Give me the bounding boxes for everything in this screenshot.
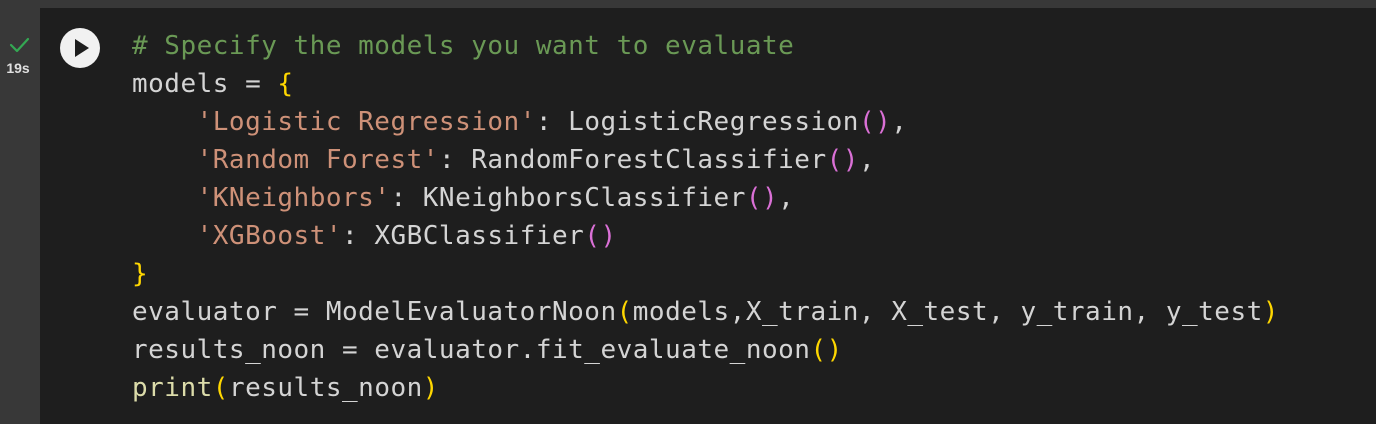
code-line: results_noon = evaluator.fit_evaluate_no… — [132, 331, 1279, 369]
code-text: : RandomForestClassifier — [438, 145, 827, 175]
check-icon — [9, 37, 30, 53]
code-text: , — [778, 183, 795, 213]
code-line: 'Logistic Regression': LogisticRegressio… — [132, 103, 1279, 141]
code-bracket: } — [132, 259, 149, 289]
code-text: : KNeighborsClassifier — [390, 183, 746, 213]
code-bracket: () — [826, 145, 859, 175]
code-editor[interactable]: # Specify the models you want to evaluat… — [132, 27, 1279, 407]
code-bracket: ( — [212, 373, 229, 403]
code-string: 'XGBoost' — [196, 221, 343, 251]
run-cell-button[interactable] — [60, 28, 100, 68]
code-line: print(results_noon) — [132, 369, 1279, 407]
code-text: models,X_train, X_test, y_train, y_test — [632, 297, 1263, 327]
code-bracket: { — [277, 69, 294, 99]
play-icon — [75, 39, 89, 57]
code-line: # Specify the models you want to evaluat… — [132, 27, 1279, 65]
code-bracket: ) — [1262, 297, 1279, 327]
code-comment: # Specify the models you want to evaluat… — [132, 31, 795, 61]
code-string: 'Random Forest' — [196, 145, 439, 175]
notebook-cell-view: 19s # Specify the models you want to eva… — [0, 0, 1376, 424]
code-line: models = { — [132, 65, 1279, 103]
code-text: evaluator = ModelEvaluatorNoon — [132, 297, 617, 327]
code-line: 'KNeighbors': KNeighborsClassifier(), — [132, 179, 1279, 217]
code-text: : LogisticRegression — [535, 107, 859, 137]
code-text: : XGBClassifier — [342, 221, 585, 251]
cell-gutter: 19s — [0, 8, 40, 424]
code-bracket: ) — [422, 373, 439, 403]
code-bracket: ( — [616, 297, 633, 327]
code-line: } — [132, 255, 1279, 293]
code-bracket: () — [858, 107, 892, 137]
code-text: , — [891, 107, 908, 137]
code-text: models = — [132, 69, 278, 99]
code-string: 'KNeighbors' — [196, 183, 391, 213]
code-bracket: () — [745, 183, 779, 213]
code-string: 'Logistic Regression' — [196, 107, 536, 137]
code-text: , — [858, 145, 876, 175]
code-line: evaluator = ModelEvaluatorNoon(models,X_… — [132, 293, 1279, 331]
code-line: 'XGBoost': XGBClassifier() — [132, 217, 1279, 255]
code-builtin: print — [132, 373, 213, 403]
code-line: 'Random Forest': RandomForestClassifier(… — [132, 141, 1279, 179]
top-divider — [0, 0, 1376, 8]
code-text: results_noon = evaluator.fit_evaluate_no… — [132, 335, 811, 365]
code-bracket: () — [810, 335, 843, 365]
execution-time: 19s — [6, 60, 30, 76]
code-bracket: () — [584, 221, 617, 251]
code-text: results_noon — [228, 373, 423, 403]
